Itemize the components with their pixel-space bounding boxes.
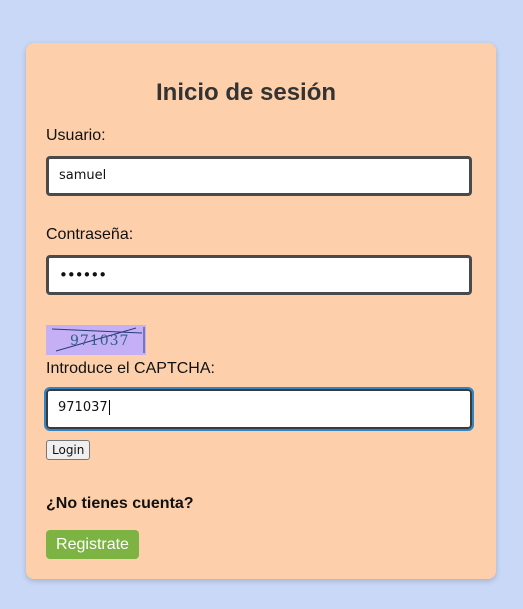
captcha-image: 971037 [46,325,146,355]
captcha-value: 971037 [58,400,108,415]
captcha-text: 971037 [70,333,129,349]
captcha-field[interactable]: 971037 [44,387,474,431]
username-field[interactable]: samuel [46,156,472,196]
username-value: samuel [59,168,107,183]
password-field[interactable]: •••••• [46,255,472,295]
page-title: Inicio de sesión [156,79,337,106]
password-label: Contraseña: [46,226,134,243]
register-button[interactable]: Registrate [46,530,139,559]
password-value: •••••• [59,266,107,284]
username-label: Usuario: [46,127,106,144]
login-button[interactable]: Login [46,440,91,460]
text-cursor [108,400,110,415]
login-card: Inicio de sesión Usuario: samuel Contras… [26,43,496,579]
captcha-label: Introduce el CAPTCHA: [46,360,215,377]
no-account-prompt: ¿No tienes cuenta? [46,495,194,512]
